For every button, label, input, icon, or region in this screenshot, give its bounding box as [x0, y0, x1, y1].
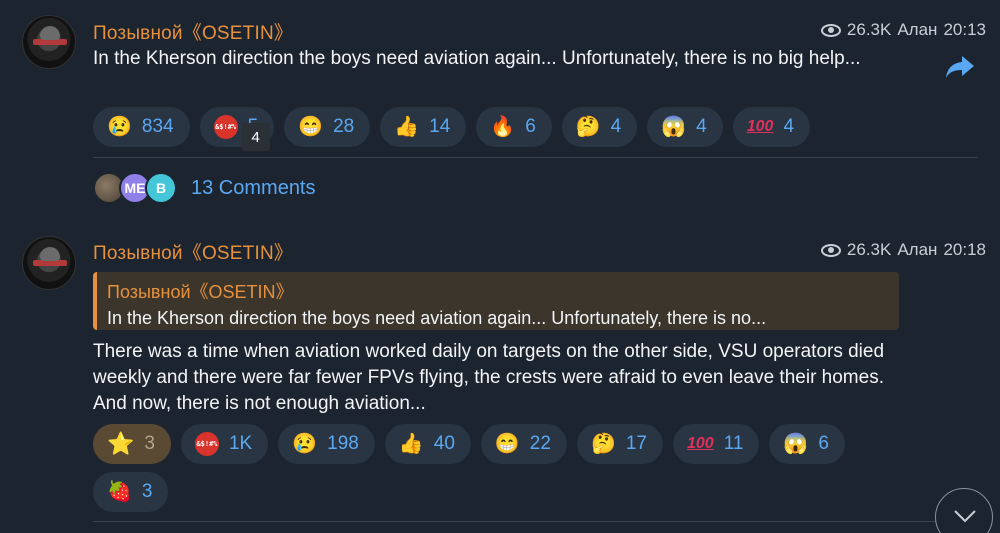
chevron-down-icon — [954, 510, 976, 523]
grinning-emoji-icon: 😁 — [298, 116, 324, 138]
reaction-hundred[interactable]: 100 4 — [732, 107, 811, 147]
reaction-screaming[interactable]: 😱 6 — [769, 424, 845, 464]
views-eye-icon — [820, 243, 841, 257]
thinking-emoji-icon: 🤔 — [575, 116, 601, 138]
reaction-count: 198 — [327, 433, 359, 454]
share-forward-icon[interactable] — [946, 56, 974, 78]
views-count: 26.3K — [846, 240, 892, 259]
reaction-count: 40 — [433, 433, 455, 454]
reaction-count: 1K — [228, 433, 253, 454]
swearing-emoji-icon: &$!#% — [213, 115, 238, 139]
author-name[interactable]: Позывной《OSETIN》 — [93, 238, 293, 265]
reaction-grinning[interactable]: 😁 22 — [480, 424, 567, 464]
hundred-emoji-icon: 100 — [686, 435, 714, 452]
reaction-count: 6 — [525, 116, 536, 137]
reaction-count: 11 — [723, 433, 744, 454]
author-name[interactable]: Позывной《OSETIN》 — [93, 18, 293, 45]
hundred-emoji-icon: 100 — [746, 118, 774, 135]
reaction-count: 4 — [696, 116, 707, 137]
channel-avatar[interactable] — [22, 15, 76, 69]
reaction-thumbs-up[interactable]: 👍 14 — [380, 107, 467, 147]
comments-label: 13 Comments — [191, 176, 316, 199]
scroll-down-button[interactable] — [935, 488, 993, 533]
reaction-count: 4 — [610, 116, 622, 137]
post-signature: Алан — [897, 240, 938, 259]
star-emoji-icon: ⭐ — [107, 431, 135, 456]
reactions-bar: ⭐ 3 &$!#% 1K 😢 198 👍 40 😁 22 🤔 17 100 11… — [93, 424, 873, 512]
divider — [93, 521, 978, 522]
channel-avatar[interactable] — [22, 236, 76, 290]
comments-button[interactable]: ME B 13 Comments — [93, 172, 316, 204]
reaction-count: 6 — [818, 433, 829, 454]
post-signature: Алан — [897, 20, 938, 39]
reply-quote[interactable]: Позывной《OSETIN》 In the Kherson directio… — [93, 272, 899, 330]
reaction-thinking[interactable]: 🤔 4 — [561, 107, 638, 147]
message-meta: 26.3K Алан 20:13 — [820, 20, 986, 40]
post-time: 20:18 — [943, 240, 986, 259]
post-time: 20:13 — [943, 20, 986, 39]
divider — [93, 157, 978, 158]
commenter-avatar: B — [145, 172, 177, 204]
screaming-emoji-icon: 😱 — [783, 433, 809, 455]
views-count: 26.3K — [846, 20, 892, 39]
reaction-swearing[interactable]: &$!#% 1K — [180, 424, 269, 464]
reaction-count: 834 — [141, 116, 174, 137]
reaction-count: 3 — [144, 433, 155, 454]
reaction-count: 3 — [141, 481, 153, 502]
reaction-count: 14 — [429, 116, 451, 137]
fire-emoji-icon: 🔥 — [490, 116, 516, 138]
message-meta: 26.3K Алан 20:18 — [820, 240, 986, 260]
reaction-screaming[interactable]: 😱 4 — [647, 107, 723, 147]
reaction-swearing[interactable]: &$!#% 5 4 — [199, 107, 275, 151]
thumbs-up-emoji-icon: 👍 — [398, 433, 424, 455]
reaction-thinking[interactable]: 🤔 17 — [576, 424, 663, 464]
reaction-thumbs-up[interactable]: 👍 40 — [384, 424, 471, 464]
reaction-count: 22 — [529, 433, 551, 454]
reaction-strawberry[interactable]: 🍓 3 — [93, 472, 169, 512]
thinking-emoji-icon: 🤔 — [590, 433, 616, 455]
reaction-grinning[interactable]: 😁 28 — [284, 107, 371, 147]
reaction-crying[interactable]: 😢 834 — [93, 107, 190, 147]
quote-author: Позывной《OSETIN》 — [107, 282, 294, 302]
swearing-emoji-icon: &$!#% — [194, 432, 219, 456]
crying-emoji-icon: 😢 — [107, 116, 132, 138]
crying-emoji-icon: 😢 — [292, 433, 318, 455]
reaction-fire[interactable]: 🔥 6 — [476, 107, 552, 147]
reaction-tooltip: 4 — [241, 123, 270, 151]
reaction-count: 4 — [783, 116, 795, 137]
quote-text: In the Kherson direction the boys need a… — [107, 308, 767, 328]
reaction-paid-star[interactable]: ⭐ 3 — [93, 424, 171, 464]
views-eye-icon — [820, 23, 841, 37]
reaction-count: 17 — [625, 433, 647, 454]
reaction-count: 28 — [333, 116, 355, 137]
message-text: In the Kherson direction the boys need a… — [93, 48, 861, 69]
message-text: There was a time when aviation worked da… — [93, 341, 885, 414]
thumbs-up-emoji-icon: 👍 — [394, 116, 420, 138]
screaming-emoji-icon: 😱 — [661, 116, 687, 138]
reaction-hundred[interactable]: 100 11 — [672, 424, 760, 464]
strawberry-emoji-icon: 🍓 — [107, 481, 132, 503]
grinning-emoji-icon: 😁 — [494, 433, 520, 455]
reaction-crying[interactable]: 😢 198 — [278, 424, 375, 464]
reactions-bar: 😢 834 &$!#% 5 4 😁 28 👍 14 🔥 6 🤔 4 😱 4 — [93, 107, 863, 151]
